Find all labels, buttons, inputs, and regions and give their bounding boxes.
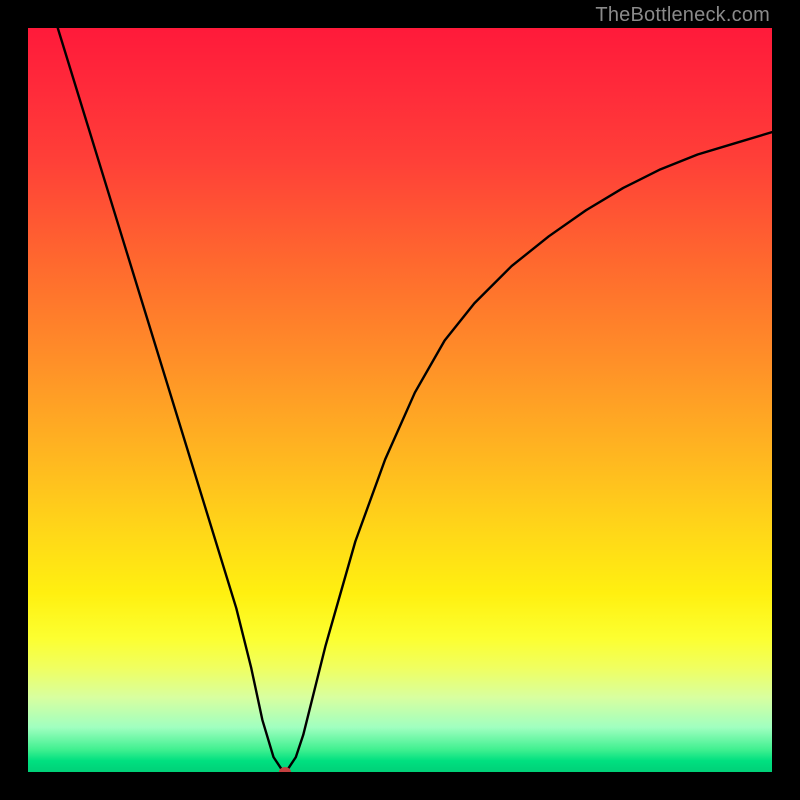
- chart-frame: TheBottleneck.com: [0, 0, 800, 800]
- min-marker-dot: [279, 767, 291, 772]
- plot-area: [28, 28, 772, 772]
- data-curve: [28, 28, 772, 772]
- watermark-text: TheBottleneck.com: [595, 4, 770, 27]
